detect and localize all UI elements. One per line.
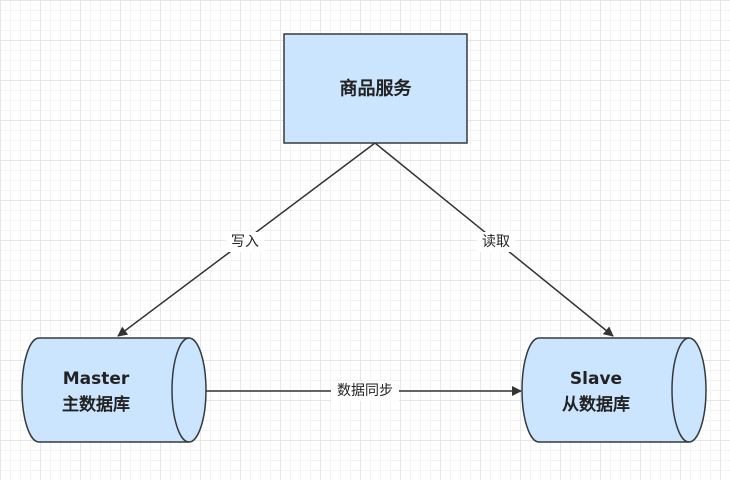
- node-master-db-title: Master: [63, 369, 130, 389]
- diagram-canvas: 写入 读取 数据同步 商品服务 Master 主数据库 Slave 从数据库: [21, 33, 707, 443]
- node-slave-db-subtitle: 从数据库: [562, 394, 630, 415]
- node-master-db-body: [21, 337, 207, 443]
- node-product-service[interactable]: 商品服务: [283, 33, 468, 144]
- node-master-db[interactable]: Master 主数据库: [21, 337, 207, 443]
- node-slave-db-title: Slave: [570, 369, 622, 389]
- edge-read-label: 读取: [482, 233, 510, 250]
- node-product-service-label: 商品服务: [340, 78, 413, 100]
- node-slave-db[interactable]: Slave 从数据库: [521, 337, 707, 443]
- node-master-db-subtitle: 主数据库: [62, 394, 130, 415]
- edge-write-label: 写入: [231, 234, 259, 250]
- node-slave-db-body: [521, 337, 707, 443]
- edge-sync-label: 数据同步: [337, 383, 393, 399]
